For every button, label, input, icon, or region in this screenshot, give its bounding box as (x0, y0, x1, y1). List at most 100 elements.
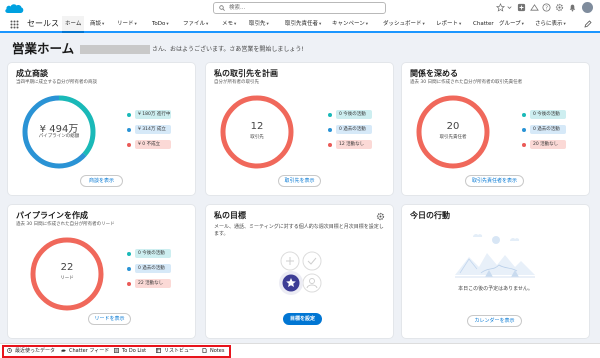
legend-row: 12 活動なし (328, 140, 372, 149)
view-contacts-button[interactable]: 取引先責任者を表示 (465, 175, 524, 187)
empty-calendar-illustration (455, 233, 535, 278)
chevron-down-icon[interactable]: ▾ (564, 22, 566, 27)
utility-item-label: To Do List (122, 348, 147, 354)
legend-closed-won: ¥ 314万 成立 (135, 125, 171, 134)
nav-tab-accounts[interactable]: 取引先▾ (249, 16, 269, 33)
chevron-down-icon[interactable]: ▾ (366, 22, 368, 27)
blue-dot-icon (328, 128, 332, 132)
utility-item-list-view[interactable]: リストビュー (156, 344, 194, 358)
view-calendar-button[interactable]: カレンダーを表示 (467, 315, 522, 327)
nav-more-menu[interactable]: さらに表示▾ (535, 16, 566, 33)
teal-dot-icon (328, 113, 332, 117)
utility-item-recent[interactable]: 最近使ったデータ (7, 344, 55, 358)
view-accounts-button[interactable]: 取引先を表示 (278, 175, 321, 187)
nav-tab-reports[interactable]: レポート▾ (436, 16, 461, 33)
utility-item-label: リストビュー (164, 348, 195, 354)
nav-tab-chatter[interactable]: Chatter (473, 16, 494, 32)
chevron-down-icon[interactable]: ▾ (166, 22, 168, 27)
pipeline-legend: 0 今後の活動 0 過去の活動 22 活動なし (127, 249, 171, 294)
settings-gear-icon[interactable] (376, 212, 385, 221)
chevron-down-icon[interactable]: ▾ (423, 22, 425, 27)
goals-illustration (279, 251, 322, 295)
closed-deals-card: 成立商談 当四半期に成立する自分が所有者の商談 ¥ 494万 パイプラインの総額… (8, 63, 195, 195)
nav-tab-leads[interactable]: リード▾ (117, 16, 137, 33)
trailhead-icon[interactable] (530, 3, 539, 12)
global-search-input[interactable]: 検索... (213, 2, 386, 14)
todo-list-icon (114, 347, 119, 353)
contacts-count: 20 (446, 121, 460, 132)
legend-row: 22 活動なし (127, 279, 171, 288)
red-dot-icon (522, 143, 526, 147)
chevron-down-icon[interactable]: ▾ (102, 22, 104, 27)
utility-item-label: Notes (210, 348, 225, 354)
favorites-icon[interactable] (496, 3, 505, 12)
chevron-down-icon[interactable]: ▾ (234, 22, 236, 27)
nav-tab-dashboards[interactable]: ダッシュボード▾ (383, 16, 425, 33)
teal-dot-icon (127, 252, 131, 256)
edit-nav-pencil-icon[interactable] (584, 20, 592, 28)
view-leads-button[interactable]: リードを表示 (88, 313, 131, 325)
salesforce-logo[interactable] (4, 2, 24, 15)
nav-tab-notes[interactable]: メモ▾ (222, 16, 236, 33)
utility-bar: 最近使ったデータ Chatter フィード To Do List リストビュー … (0, 343, 600, 358)
closed-deals-legend: ¥ 180万 進行中 ¥ 314万 成立 ¥ 0 不成立 (127, 110, 171, 155)
chatter-icon (61, 348, 66, 352)
legend-upcoming: 0 今後の活動 (135, 249, 171, 258)
accounts-label: 取引先 (250, 135, 264, 140)
build-pipeline-card: パイプラインを作成 過去 30 日間に作成された自分が所有者のリード 22 リー… (8, 205, 195, 338)
user-avatar-icon[interactable] (582, 2, 593, 13)
plan-accounts-legend: 0 今後の活動 0 過去の活動 12 活動なし (328, 110, 372, 155)
app-launcher-icon[interactable] (10, 20, 19, 29)
teal-dot-icon (127, 113, 131, 117)
setup-gear-icon[interactable] (555, 3, 564, 12)
card-title: 今日の行動 (410, 211, 450, 220)
global-header: 検索... ? (0, 0, 600, 16)
nav-tab-files[interactable]: ファイル▾ (183, 16, 208, 33)
legend-no-activity: 22 活動なし (135, 279, 171, 288)
chevron-down-icon[interactable]: ▾ (135, 22, 137, 27)
card-title: 成立商談 (16, 69, 48, 78)
utility-item-todo[interactable]: To Do List (114, 344, 146, 358)
leads-label: リード (60, 276, 74, 281)
legend-row: 0 過去の活動 (522, 125, 566, 134)
legend-row: 0 今後の活動 (522, 110, 566, 119)
legend-upcoming: 0 今後の活動 (336, 110, 372, 119)
chevron-down-icon[interactable]: ▾ (267, 22, 269, 27)
help-icon[interactable]: ? (542, 3, 551, 12)
nav-tab-opportunities[interactable]: 商談▾ (90, 16, 104, 33)
card-subtitle: 過去 30 日間に作成された自分が所有者のリード (16, 222, 115, 227)
chevron-down-icon[interactable]: ▾ (459, 22, 461, 27)
view-opportunities-button[interactable]: 商談を表示 (80, 175, 123, 187)
utility-item-label: Chatter フィード (69, 348, 110, 354)
global-actions-icon[interactable] (517, 3, 526, 12)
contacts-label: 取引先責任者 (439, 135, 467, 140)
legend-row: ¥ 314万 成立 (127, 125, 171, 134)
app-navigation-bar: セールス ホーム 商談▾ リード▾ ToDo▾ ファイル▾ メモ▾ 取引先▾ 取… (0, 16, 600, 33)
set-goals-button[interactable]: 目標を設定 (283, 313, 322, 325)
utility-item-notes[interactable]: Notes (202, 344, 224, 358)
chevron-down-icon[interactable]: ▾ (319, 22, 321, 27)
today-activities-card: 今日の行動 本日この後の予定はありません。 カレンダーを表示 (402, 205, 589, 338)
legend-past: 0 過去の活動 (135, 264, 171, 273)
nav-tab-todo[interactable]: ToDo▾ (152, 16, 169, 33)
card-title: パイプラインを作成 (16, 211, 88, 220)
nav-tab-home[interactable]: ホーム (62, 16, 85, 33)
svg-text:?: ? (545, 5, 548, 11)
legend-row: ¥ 0 不成立 (127, 140, 171, 149)
legend-row: 0 今後の活動 (127, 249, 171, 258)
nav-tab-groups[interactable]: グループ▾ (499, 16, 524, 33)
legend-past: 0 過去の活動 (530, 125, 566, 134)
chevron-down-icon[interactable]: ▾ (206, 22, 208, 27)
legend-row: 0 過去の活動 (328, 125, 372, 134)
notifications-bell-icon[interactable] (568, 3, 577, 12)
nav-tab-contacts[interactable]: 取引先責任者▾ (285, 16, 321, 33)
chevron-down-icon[interactable]: ▾ (522, 22, 524, 27)
nav-tab-campaigns[interactable]: キャンペーン▾ (332, 16, 368, 33)
legend-no-activity: 12 活動なし (336, 140, 372, 149)
search-placeholder: 検索... (229, 5, 246, 11)
list-view-icon (156, 347, 161, 353)
legend-upcoming: 0 今後の活動 (530, 110, 566, 119)
utility-item-chatter[interactable]: Chatter フィード (61, 344, 109, 358)
no-events-message: 本日この後の予定はありません。 (458, 286, 533, 292)
favorites-list-icon[interactable] (505, 3, 514, 12)
